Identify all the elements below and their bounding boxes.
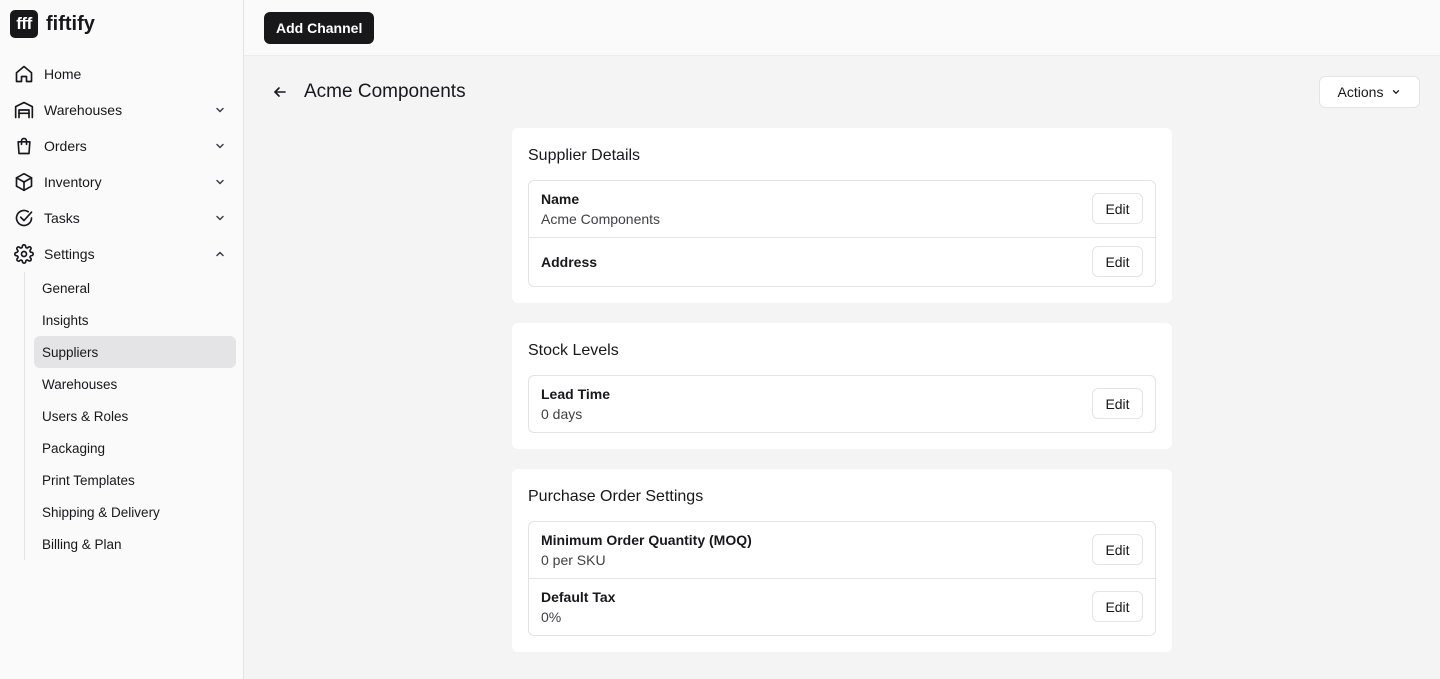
sidebar-item-label: Settings: [44, 246, 95, 262]
section-title: Stock Levels: [528, 342, 619, 359]
subnav-item-warehouses[interactable]: Warehouses: [34, 368, 236, 400]
sidebar-nav: Home Warehouses Orders Inventory Tasks S…: [8, 56, 236, 560]
field-list: Minimum Order Quantity (MOQ) 0 per SKU E…: [528, 521, 1156, 636]
edit-name-button[interactable]: Edit: [1092, 193, 1143, 224]
field-list: Name Acme Components Edit Address Edit: [528, 180, 1156, 287]
supplier-details-card: Supplier Details Name Acme Components Ed…: [512, 128, 1172, 303]
sidebar-item-label: Tasks: [44, 210, 80, 226]
field-row-address: Address Edit: [529, 238, 1155, 286]
home-icon: [14, 64, 34, 84]
field-list: Lead Time 0 days Edit: [528, 375, 1156, 433]
subnav-item-insights[interactable]: Insights: [34, 304, 236, 336]
app-name: fiftify: [46, 12, 95, 35]
field-row-moq: Minimum Order Quantity (MOQ) 0 per SKU E…: [529, 522, 1155, 579]
settings-subnav: General Insights Suppliers Warehouses Us…: [24, 272, 236, 560]
field-value: 0 days: [541, 406, 583, 422]
sidebar-item-home[interactable]: Home: [8, 56, 236, 92]
section-title: Purchase Order Settings: [528, 488, 704, 505]
subnav-item-suppliers[interactable]: Suppliers: [34, 336, 236, 368]
chevron-down-icon: [216, 107, 224, 113]
section-title: Supplier Details: [528, 147, 641, 164]
chevron-up-icon: [216, 251, 224, 257]
field-label: Minimum Order Quantity (MOQ): [541, 532, 752, 548]
chevron-down-icon: [1393, 90, 1400, 94]
subnav-item-general[interactable]: General: [34, 272, 236, 304]
back-arrow-icon[interactable]: [270, 82, 290, 102]
actions-button-label: Actions: [1337, 84, 1384, 100]
field-value: 0%: [541, 609, 562, 625]
chevron-down-icon: [216, 179, 224, 185]
topbar: Add Channel: [244, 0, 1440, 56]
sidebar: fff fiftify Home Warehouses Orders Inven…: [0, 0, 244, 679]
box-icon: [14, 172, 34, 192]
edit-lead-time-button[interactable]: Edit: [1092, 388, 1143, 419]
shopping-bag-icon: [14, 136, 34, 156]
subnav-item-print-templates[interactable]: Print Templates: [34, 464, 236, 496]
actions-button[interactable]: Actions: [1319, 76, 1420, 108]
field-value: 0 per SKU: [541, 552, 606, 568]
add-channel-button[interactable]: Add Channel: [264, 12, 375, 44]
page-header: Acme Components: [270, 76, 466, 108]
logo-mark: fff: [10, 10, 38, 38]
stock-levels-card: Stock Levels Lead Time 0 days Edit: [512, 323, 1172, 449]
subnav-item-packaging[interactable]: Packaging: [34, 432, 236, 464]
logo[interactable]: fff fiftify: [10, 10, 95, 38]
field-value: Acme Components: [541, 211, 661, 227]
chevron-down-icon: [216, 215, 224, 221]
warehouse-icon: [14, 100, 34, 120]
check-circle-icon: [14, 208, 34, 228]
sidebar-item-label: Inventory: [44, 174, 102, 190]
sidebar-item-orders[interactable]: Orders: [8, 128, 236, 164]
page-title: Acme Components: [304, 81, 466, 102]
chevron-down-icon: [216, 143, 224, 149]
sidebar-item-label: Home: [44, 66, 82, 82]
subnav-item-users-roles[interactable]: Users & Roles: [34, 400, 236, 432]
field-row-name: Name Acme Components Edit: [529, 181, 1155, 238]
field-label: Name: [541, 191, 580, 207]
field-label: Address: [541, 254, 598, 270]
field-label: Default Tax: [541, 589, 616, 605]
sidebar-item-settings[interactable]: Settings: [8, 236, 236, 272]
subnav-item-billing-plan[interactable]: Billing & Plan: [34, 528, 236, 560]
gear-icon: [14, 244, 34, 264]
field-row-default-tax: Default Tax 0% Edit: [529, 579, 1155, 635]
sidebar-item-warehouses[interactable]: Warehouses: [8, 92, 236, 128]
field-label: Lead Time: [541, 386, 610, 402]
purchase-order-settings-card: Purchase Order Settings Minimum Order Qu…: [512, 469, 1172, 652]
sidebar-item-tasks[interactable]: Tasks: [8, 200, 236, 236]
edit-address-button[interactable]: Edit: [1092, 246, 1143, 277]
subnav-item-shipping-delivery[interactable]: Shipping & Delivery: [34, 496, 236, 528]
sidebar-item-label: Orders: [44, 138, 87, 154]
edit-default-tax-button[interactable]: Edit: [1092, 591, 1143, 622]
sidebar-item-inventory[interactable]: Inventory: [8, 164, 236, 200]
field-row-lead-time: Lead Time 0 days Edit: [529, 376, 1155, 432]
edit-moq-button[interactable]: Edit: [1092, 534, 1143, 565]
sidebar-item-label: Warehouses: [44, 102, 123, 118]
